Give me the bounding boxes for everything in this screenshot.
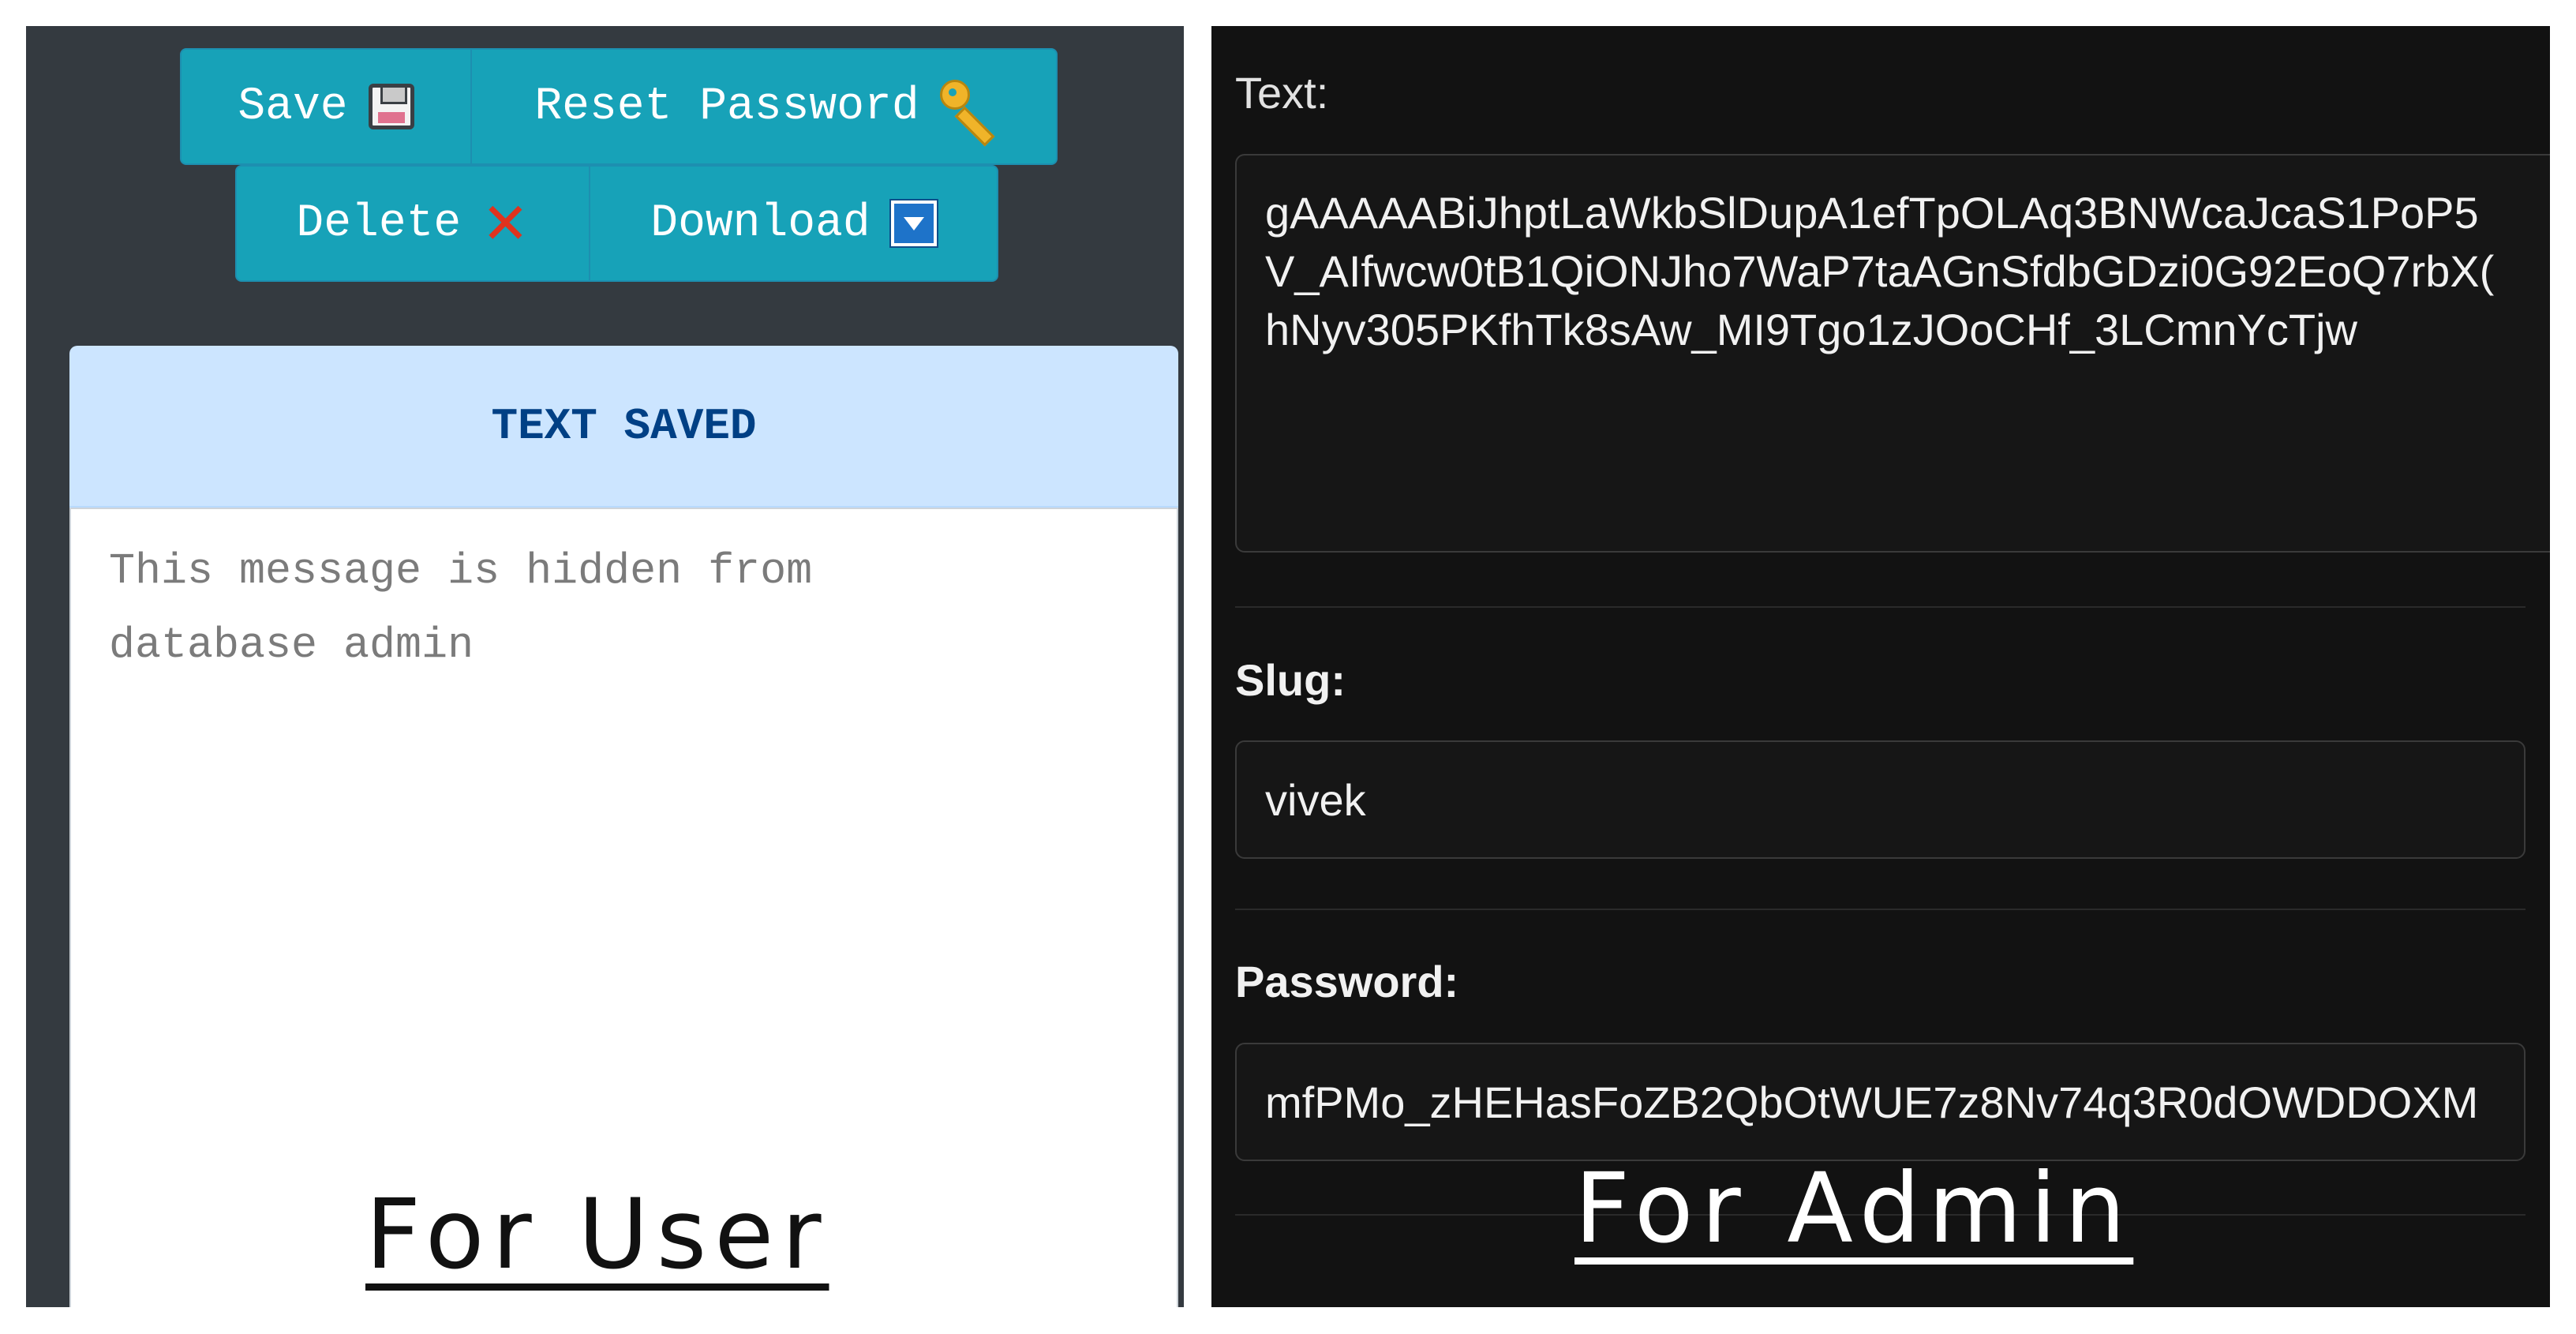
admin-view-panel: Text: gAAAAABiJhptLaWkbSlDupA1efTpOLAq3B… (1211, 26, 2550, 1307)
encrypted-text-field[interactable]: gAAAAABiJhptLaWkbSlDupA1efTpOLAq3BNWcaJc… (1235, 154, 2550, 553)
password-field[interactable]: mfPMo_zHEHasFoZB2QbOtWUE7z8Nv74q3R0dOWDD… (1235, 1043, 2525, 1161)
encrypted-text-line: gAAAAABiJhptLaWkbSlDupA1efTpOLAq3BNWcaJc… (1265, 188, 2479, 238)
download-button-label: Download (650, 197, 871, 249)
divider (1235, 909, 2525, 910)
encrypted-text-line: hNyv305PKfhTk8sAw_MI9Tgo1zJOoCHf_3LCmnYc… (1265, 305, 2357, 354)
red-x-icon: ✕ (481, 190, 530, 257)
key-icon (939, 80, 995, 147)
message-line: This message is hidden from (109, 546, 813, 596)
password-field-label: Password: (1235, 957, 1459, 1006)
delete-button[interactable]: Delete ✕ (235, 165, 590, 282)
text-field-label: Text: (1235, 68, 1329, 118)
user-view-panel: Save Reset Password Delete ✕ Download TE… (26, 26, 1184, 1307)
message-line: database admin (109, 620, 474, 670)
user-caption: For User (365, 1178, 829, 1291)
download-button[interactable]: Download (589, 165, 998, 282)
save-button[interactable]: Save (180, 48, 472, 165)
admin-caption: For Admin (1574, 1152, 2134, 1265)
slug-field[interactable]: vivek (1235, 740, 2525, 859)
text-saved-alert: TEXT SAVED (69, 346, 1178, 508)
download-box-icon (890, 200, 937, 246)
reset-password-button[interactable]: Reset Password (470, 48, 1058, 165)
floppy-disk-icon (368, 84, 414, 129)
reset-password-button-label: Reset Password (534, 81, 919, 133)
encrypted-text-line: V_AIfwcw0tB1QiONJho7WaP7taAGnSfdbGDzi0G9… (1265, 246, 2495, 296)
slug-field-label: Slug: (1235, 655, 1346, 705)
delete-button-label: Delete (296, 197, 462, 249)
slug-value: vivek (1265, 774, 1366, 825)
password-value: mfPMo_zHEHasFoZB2QbOtWUE7z8Nv74q3R0dOWDD… (1265, 1077, 2479, 1127)
divider (1235, 606, 2525, 608)
save-button-label: Save (238, 81, 348, 133)
